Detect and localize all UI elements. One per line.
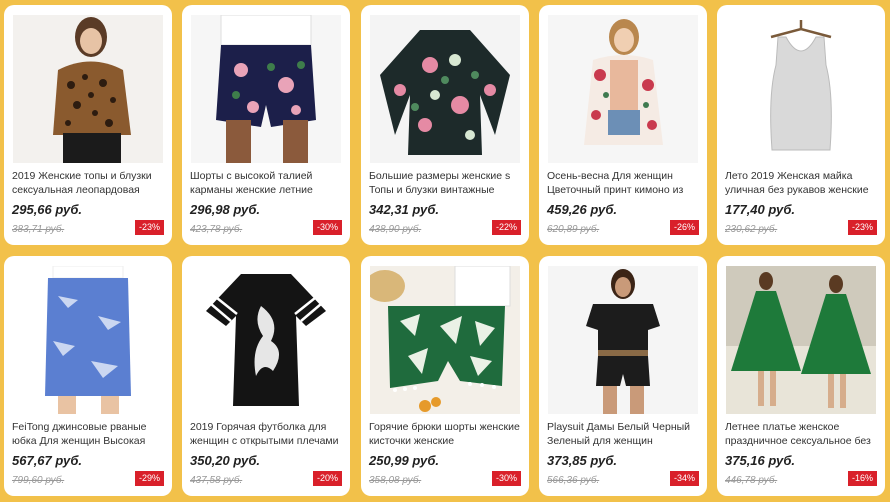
product-old-price: 437,58 руб. xyxy=(190,475,243,486)
product-card[interactable]: 2019 Женские топы и блузки сексуальная л… xyxy=(4,5,172,245)
product-card[interactable]: Лето 2019 Женская майка уличная без рука… xyxy=(717,5,885,245)
product-price: 350,20 руб. xyxy=(190,453,261,468)
product-image[interactable] xyxy=(548,15,698,163)
discount-badge: -26% xyxy=(669,220,699,235)
product-image[interactable] xyxy=(726,266,876,414)
product-title[interactable]: Большие размеры женские s Топы и блузки … xyxy=(369,169,523,197)
product-title[interactable]: FeiTong джинсовые рваные юбка Для женщин… xyxy=(12,420,166,448)
discount-badge: -23% xyxy=(847,220,877,235)
product-price: 373,85 руб. xyxy=(547,453,618,468)
product-image[interactable] xyxy=(13,15,163,163)
product-title[interactable]: Лето 2019 Женская майка уличная без рука… xyxy=(725,169,879,197)
product-image[interactable] xyxy=(13,266,163,414)
product-title[interactable]: Осень-весна Для женщин Цветочный принт к… xyxy=(547,169,701,197)
product-price: 375,16 руб. xyxy=(725,453,796,468)
discount-badge: -23% xyxy=(134,220,164,235)
discount-badge: -29% xyxy=(134,471,164,486)
product-card[interactable]: Горячие брюки шорты женские кисточки жен… xyxy=(361,256,529,496)
product-card[interactable]: Осень-весна Для женщин Цветочный принт к… xyxy=(539,5,707,245)
product-image[interactable] xyxy=(370,266,520,414)
product-old-price: 446,78 руб. xyxy=(725,475,778,486)
product-price: 250,99 руб. xyxy=(369,453,440,468)
product-title[interactable]: Шорты с высокой талией карманы женские л… xyxy=(190,169,344,197)
product-card[interactable]: 2019 Горячая футболка для женщин с откры… xyxy=(182,256,350,496)
product-price: 567,67 руб. xyxy=(12,453,83,468)
product-price: 295,66 руб. xyxy=(12,202,83,217)
product-title[interactable]: Горячие брюки шорты женские кисточки жен… xyxy=(369,420,523,448)
product-price: 459,26 руб. xyxy=(547,202,618,217)
product-old-price: 799,60 руб. xyxy=(12,475,65,486)
product-old-price: 423,78 руб. xyxy=(190,224,243,235)
product-card[interactable]: Playsuit Дамы Белый Черный Зеленый для ж… xyxy=(539,256,707,496)
product-old-price: 566,36 руб. xyxy=(547,475,600,486)
product-old-price: 438,90 руб. xyxy=(369,224,422,235)
product-card[interactable]: Большие размеры женские s Топы и блузки … xyxy=(361,5,529,245)
product-old-price: 230,62 руб. xyxy=(725,224,778,235)
product-image[interactable] xyxy=(548,266,698,414)
discount-badge: -30% xyxy=(491,471,521,486)
product-card[interactable]: Шорты с высокой талией карманы женские л… xyxy=(182,5,350,245)
product-price: 296,98 руб. xyxy=(190,202,261,217)
discount-badge: -30% xyxy=(312,220,342,235)
discount-badge: -20% xyxy=(312,471,342,486)
product-title[interactable]: 2019 Женские топы и блузки сексуальная л… xyxy=(12,169,166,197)
product-card[interactable]: Летнее платье женское праздничное сексуа… xyxy=(717,256,885,496)
discount-badge: -16% xyxy=(847,471,877,486)
product-price: 342,31 руб. xyxy=(369,202,440,217)
product-card[interactable]: FeiTong джинсовые рваные юбка Для женщин… xyxy=(4,256,172,496)
product-title[interactable]: 2019 Горячая футболка для женщин с откры… xyxy=(190,420,344,448)
discount-badge: -22% xyxy=(491,220,521,235)
product-old-price: 383,71 руб. xyxy=(12,224,65,235)
product-old-price: 358,08 руб. xyxy=(369,475,422,486)
product-price: 177,40 руб. xyxy=(725,202,796,217)
product-grid: 2019 Женские топы и блузки сексуальная л… xyxy=(0,0,890,502)
product-title[interactable]: Playsuit Дамы Белый Черный Зеленый для ж… xyxy=(547,420,701,448)
product-image[interactable] xyxy=(370,15,520,163)
product-title[interactable]: Летнее платье женское праздничное сексуа… xyxy=(725,420,879,448)
discount-badge: -34% xyxy=(669,471,699,486)
product-old-price: 620,89 руб. xyxy=(547,224,600,235)
product-image[interactable] xyxy=(191,15,341,163)
product-image[interactable] xyxy=(191,266,341,414)
product-image[interactable] xyxy=(726,15,876,163)
